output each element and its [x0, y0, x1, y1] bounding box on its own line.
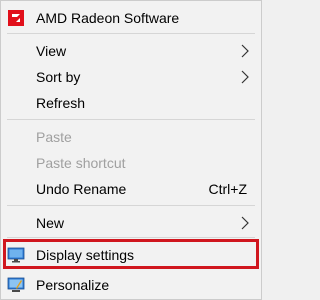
menu-separator — [7, 119, 255, 120]
menu-item-label: AMD Radeon Software — [36, 10, 180, 26]
menu-item-personalize[interactable]: Personalize — [1, 273, 261, 297]
menu-item-paste: Paste — [1, 125, 261, 149]
menu-item-label: New — [36, 215, 65, 231]
shortcut-hint: Ctrl+Z — [208, 181, 248, 197]
menu-item-sort-by[interactable]: Sort by — [1, 65, 261, 89]
chevron-right-icon — [239, 43, 251, 59]
personalize-icon — [7, 276, 25, 294]
menu-item-refresh[interactable]: Refresh — [1, 91, 261, 115]
chevron-right-icon — [239, 215, 251, 231]
menu-item-label: View — [36, 43, 67, 59]
menu-separator — [7, 205, 255, 206]
menu-item-label: Refresh — [36, 95, 86, 111]
menu-item-label: Sort by — [36, 69, 81, 85]
menu-item-paste-shortcut: Paste shortcut — [1, 151, 261, 175]
menu-item-view[interactable]: View — [1, 39, 261, 63]
amd-logo-icon — [7, 9, 25, 27]
menu-item-new[interactable]: New — [1, 211, 261, 235]
context-menu: AMD Radeon Software View Sort by Refresh… — [0, 0, 262, 300]
highlight-box — [3, 239, 259, 269]
menu-separator — [7, 237, 255, 238]
menu-item-undo-rename[interactable]: Undo Rename Ctrl+Z — [1, 177, 261, 201]
menu-item-amd-radeon-software[interactable]: AMD Radeon Software — [1, 6, 261, 30]
menu-item-label: Undo Rename — [36, 181, 127, 197]
menu-item-label: Paste — [36, 129, 72, 145]
menu-separator — [7, 33, 255, 34]
menu-item-label: Personalize — [36, 277, 110, 293]
menu-item-label: Paste shortcut — [36, 155, 126, 171]
chevron-right-icon — [239, 69, 251, 85]
